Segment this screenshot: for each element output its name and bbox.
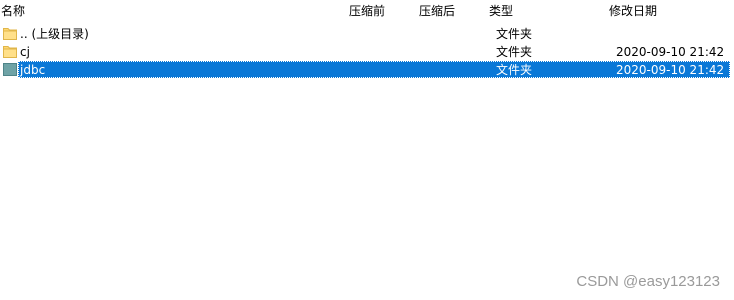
- file-name: .. (上级目录): [20, 27, 89, 41]
- file-name: cj: [20, 45, 30, 59]
- column-header-type[interactable]: 类型: [489, 3, 513, 19]
- folder-icon: [3, 28, 17, 40]
- column-header-size[interactable]: 压缩后: [419, 3, 455, 19]
- file-name: jdbc: [20, 63, 46, 77]
- file-row-cj[interactable]: cj 文件夹 2020-09-10 21:42: [0, 43, 734, 61]
- file-type: 文件夹: [496, 27, 533, 41]
- column-header-row: 名称 压缩前 压缩后 类型 修改日期: [0, 0, 734, 22]
- file-list: .. (上级目录) 文件夹 cj 文件夹 2020-09-10 21:42 jd…: [0, 25, 734, 79]
- file-row-jdbc[interactable]: jdbc 文件夹 2020-09-10 21:42: [0, 61, 734, 79]
- watermark: CSDN @easy123123: [576, 273, 720, 290]
- file-type: 文件夹: [496, 45, 533, 59]
- file-modified: 2020-09-10 21:42: [616, 45, 725, 59]
- folder-icon: [3, 46, 17, 58]
- file-browser: 名称 压缩前 压缩后 类型 修改日期 .. (上级目录) 文件夹 cj 文件夹 …: [0, 0, 734, 300]
- column-header-name[interactable]: 名称: [1, 3, 25, 19]
- file-modified: 2020-09-10 21:42: [616, 63, 725, 77]
- file-row-parent[interactable]: .. (上级目录) 文件夹: [0, 25, 734, 43]
- column-header-modified[interactable]: 修改日期: [609, 3, 657, 19]
- file-type: 文件夹: [496, 63, 533, 77]
- folder-icon: [3, 63, 17, 76]
- column-header-packed-size[interactable]: 压缩前: [349, 3, 385, 19]
